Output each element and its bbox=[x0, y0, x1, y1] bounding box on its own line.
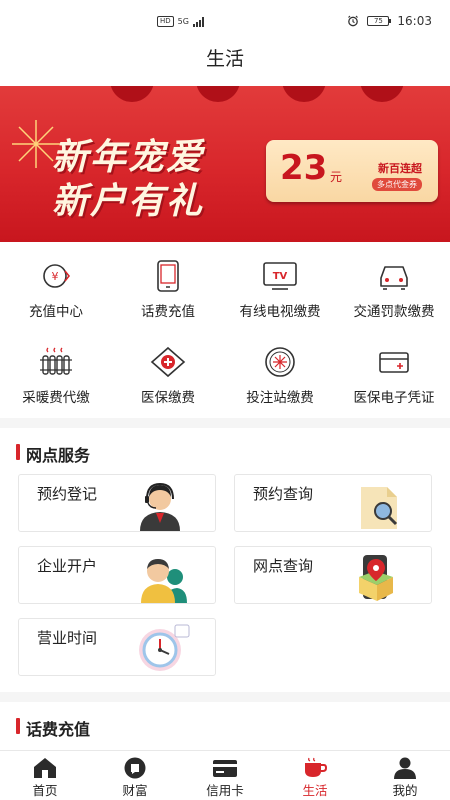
service-label: 医保缴费 bbox=[141, 390, 195, 406]
service-recharge-center[interactable]: ¥ 充值中心 bbox=[0, 260, 112, 320]
bottom-tab-bar: 首页 财富 信用卡 生活 我的 bbox=[0, 750, 450, 800]
car-icon bbox=[380, 266, 408, 290]
credit-card-icon bbox=[213, 760, 237, 777]
service-label: 投注站缴费 bbox=[246, 390, 314, 406]
tile-outlet-query[interactable]: 网点查询 bbox=[234, 546, 432, 604]
voucher-amount: 23 bbox=[280, 148, 328, 188]
tab-credit-card[interactable]: 信用卡 bbox=[180, 751, 270, 800]
tab-mine[interactable]: 我的 bbox=[360, 751, 450, 800]
service-label: 交通罚款缴费 bbox=[353, 304, 435, 320]
signal-icon bbox=[192, 16, 204, 27]
alarm-icon bbox=[348, 15, 359, 27]
svg-text:¥: ¥ bbox=[52, 270, 59, 283]
service-label: 有线电视缴费 bbox=[239, 304, 321, 320]
service-traffic-fine[interactable]: 交通罚款缴费 bbox=[338, 260, 450, 320]
tile-business-hours[interactable]: 营业时间 bbox=[18, 618, 216, 676]
banner-decoration bbox=[282, 86, 326, 102]
voucher-ticket: 23 元 新百连超 多点代金券 bbox=[266, 140, 438, 202]
page-title: 生活 bbox=[205, 48, 244, 70]
tab-home[interactable]: 首页 bbox=[0, 751, 90, 800]
lottery-icon bbox=[265, 347, 295, 377]
voucher-type: 多点代金券 bbox=[372, 178, 422, 191]
outlet-services-card: 网点服务 预约登记 预约查询 企业开户 网点查询 营业时间 bbox=[0, 428, 450, 692]
customer-service-icon bbox=[140, 482, 180, 531]
service-cable-tv[interactable]: TV 有线电视缴费 bbox=[224, 260, 336, 320]
service-label: 采暖费代缴 bbox=[22, 390, 90, 406]
tab-wealth[interactable]: 财富 bbox=[90, 751, 180, 800]
medical-card-icon bbox=[379, 352, 409, 373]
tile-label: 企业开户 bbox=[37, 557, 98, 575]
promo-banner[interactable]: 新年宠爱 新户有礼 23 元 新百连超 多点代金券 bbox=[0, 86, 450, 242]
network-indicator: HD 5G bbox=[157, 16, 204, 27]
clock-icon bbox=[139, 624, 190, 671]
tile-appointment-query[interactable]: 预约查询 bbox=[234, 474, 432, 532]
status-time: 16:03 bbox=[397, 14, 432, 28]
tile-label: 预约登记 bbox=[37, 485, 98, 503]
tile-label: 营业时间 bbox=[37, 629, 98, 647]
voucher-merchant: 新百连超 bbox=[378, 162, 422, 175]
service-label: 话费充值 bbox=[141, 304, 195, 320]
medical-icon bbox=[150, 346, 186, 378]
service-grid: ¥ 充值中心 话费充值 TV 有线电视缴费 交通罚款缴费 采暖费代缴 医保缴费 … bbox=[0, 242, 450, 418]
banner-decoration bbox=[196, 86, 240, 102]
user-icon bbox=[394, 757, 416, 779]
hd-badge: HD bbox=[157, 16, 174, 27]
service-medical-insurance[interactable]: 医保缴费 bbox=[112, 346, 224, 406]
service-label: 充值中心 bbox=[29, 304, 83, 320]
tv-icon: TV bbox=[263, 262, 297, 290]
tile-label: 预约查询 bbox=[253, 485, 314, 503]
banner-decoration bbox=[360, 86, 404, 102]
tab-label: 我的 bbox=[392, 783, 418, 798]
status-bar: HD 5G 75 16:03 bbox=[0, 0, 450, 40]
network-type: 5G bbox=[177, 17, 189, 26]
topup-section-card: 话费充值 bbox=[0, 702, 450, 750]
document-search-icon bbox=[361, 487, 398, 529]
tab-label: 首页 bbox=[32, 783, 58, 798]
page-header: 生活 bbox=[0, 40, 450, 86]
battery-icon: 75 bbox=[367, 16, 392, 26]
tile-label: 网点查询 bbox=[253, 557, 314, 575]
tab-label: 财富 bbox=[122, 783, 148, 798]
banner-decoration bbox=[110, 86, 154, 102]
home-icon bbox=[34, 758, 56, 778]
service-medical-e-voucher[interactable]: 医保电子凭证 bbox=[338, 346, 450, 406]
tab-label: 生活 bbox=[302, 783, 328, 798]
service-label: 医保电子凭证 bbox=[353, 390, 435, 406]
service-heating-fee[interactable]: 采暖费代缴 bbox=[0, 346, 112, 406]
section-title-outlet: 网点服务 bbox=[16, 442, 90, 466]
tab-label: 信用卡 bbox=[206, 783, 244, 798]
voucher-unit: 元 bbox=[330, 170, 343, 184]
tab-life[interactable]: 生活 bbox=[270, 751, 360, 800]
wealth-icon bbox=[124, 757, 146, 779]
status-right: 75 16:03 bbox=[347, 14, 432, 28]
svg-text:TV: TV bbox=[273, 271, 288, 282]
service-phone-topup[interactable]: 话费充值 bbox=[112, 260, 224, 320]
tile-business-account[interactable]: 企业开户 bbox=[18, 546, 216, 604]
coffee-cup-icon bbox=[305, 757, 328, 777]
service-lottery-station[interactable]: 投注站缴费 bbox=[224, 346, 336, 406]
section-title-topup: 话费充值 bbox=[16, 716, 90, 740]
heater-icon bbox=[40, 347, 72, 375]
phone-icon bbox=[157, 260, 179, 292]
banner-headline-2: 新户有礼 bbox=[52, 181, 205, 222]
map-location-icon bbox=[359, 555, 393, 601]
recharge-icon: ¥ bbox=[43, 264, 71, 288]
tile-appointment-register[interactable]: 预约登记 bbox=[18, 474, 216, 532]
business-person-icon bbox=[141, 559, 187, 603]
